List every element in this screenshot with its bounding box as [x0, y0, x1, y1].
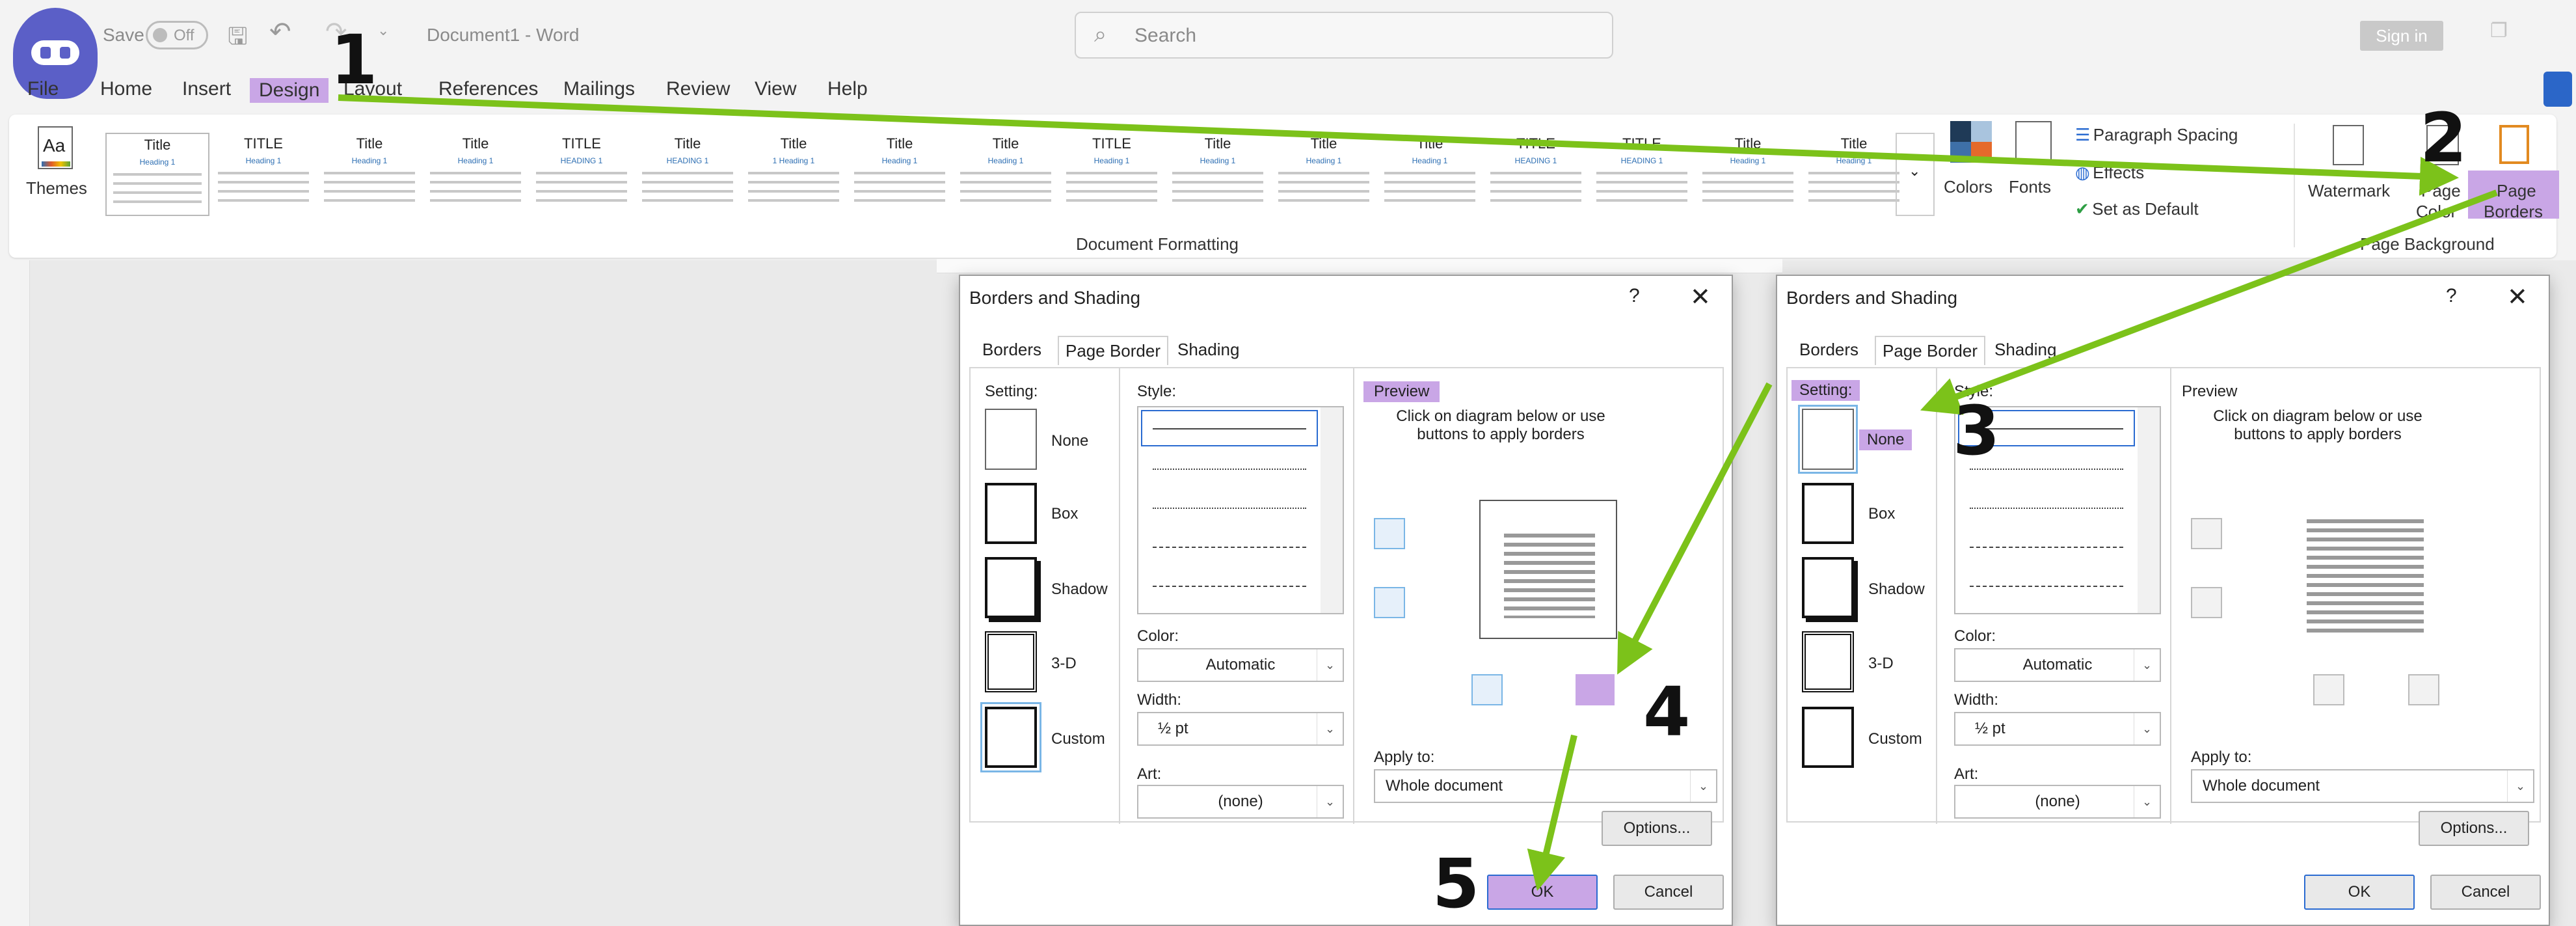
- step-number-1: 1: [330, 20, 378, 100]
- step-number-4: 4: [1643, 672, 1691, 752]
- step-number-2: 2: [2420, 98, 2467, 178]
- arrow-design-to-page-borders: [338, 94, 2459, 196]
- step-number-3: 3: [1953, 391, 2000, 470]
- arrow-setting-to-preview-button: [1617, 382, 1773, 675]
- step-number-5: 5: [1432, 844, 1480, 923]
- arrow-preview-button-to-ok: [1527, 734, 1577, 892]
- annotation-arrows: [338, 94, 2498, 892]
- arrow-page-borders-to-setting: [1920, 189, 2498, 415]
